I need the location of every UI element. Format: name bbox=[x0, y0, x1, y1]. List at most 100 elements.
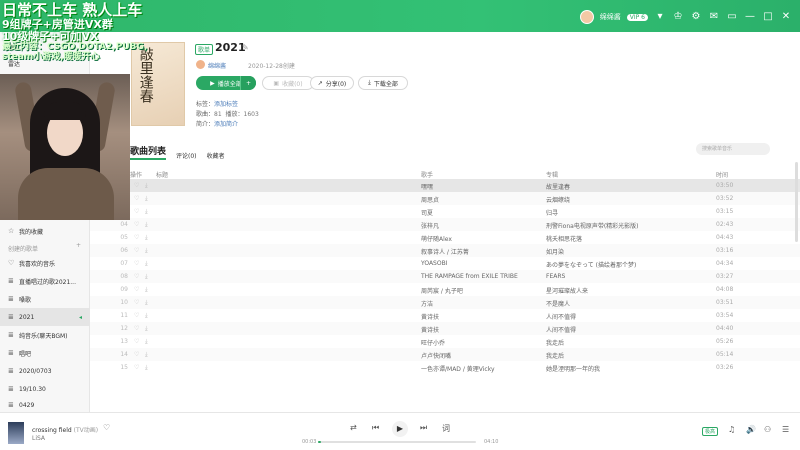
like-icon[interactable]: ♡ bbox=[134, 273, 139, 280]
like-icon[interactable]: ♡ bbox=[134, 221, 139, 228]
volume-icon[interactable]: 🔊 bbox=[746, 425, 756, 434]
like-icon[interactable]: ♡ bbox=[134, 208, 139, 215]
like-icon[interactable]: ♡ bbox=[103, 423, 110, 432]
table-row[interactable]: 02♡⤓云烟缭绕 SQ周思贞云烟缭绕03:52 bbox=[90, 192, 800, 205]
song-album[interactable]: 星河璀璨故人来 bbox=[546, 286, 696, 295]
table-row[interactable]: 07♡⤓あの夢をなぞって (描绘着那个梦)SQMVYOASOBIあの夢をなぞって… bbox=[90, 257, 800, 270]
song-artist[interactable]: 旺仔小乔 bbox=[421, 338, 541, 347]
tab-collectors[interactable]: 收藏者 bbox=[207, 151, 225, 160]
song-album[interactable]: 故里逢春 bbox=[546, 182, 696, 191]
download-icon[interactable]: ⤓ bbox=[145, 364, 148, 372]
like-icon[interactable]: ♡ bbox=[134, 182, 139, 189]
playlist-search-input[interactable]: 搜索歌单音乐 bbox=[696, 143, 770, 155]
song-artist[interactable]: YOASOBI bbox=[421, 260, 541, 267]
col-title[interactable]: 标题 bbox=[156, 170, 168, 179]
scrollbar[interactable] bbox=[795, 162, 798, 242]
sidebar-item-my-collect[interactable]: ☆ 我的收藏 bbox=[0, 222, 90, 240]
play-pause-button[interactable]: ▶ bbox=[392, 421, 408, 437]
table-row[interactable]: 08♡⤓FEARS (日剧《恐怖的夜》主题曲)SQMVTHE RAMPAGE f… bbox=[90, 270, 800, 283]
like-icon[interactable]: ♡ bbox=[134, 260, 139, 267]
song-album[interactable]: あの夢をなぞって (描绘着那个梦) bbox=[546, 260, 696, 269]
sidebar-item-liked[interactable]: ♡ 我喜欢的音乐 bbox=[0, 254, 90, 272]
like-icon[interactable]: ♡ bbox=[134, 338, 139, 345]
song-artist[interactable]: 方洁 bbox=[421, 299, 541, 308]
queue-icon[interactable]: ☰ bbox=[782, 425, 789, 434]
tab-songs[interactable]: 歌曲列表 bbox=[130, 144, 167, 160]
song-artist[interactable]: 卢卢快闭嘴 bbox=[421, 351, 541, 360]
song-artist[interactable]: 张梓凡 bbox=[421, 221, 541, 230]
song-album[interactable]: 桃夭相思花落 bbox=[546, 234, 696, 243]
download-icon[interactable]: ⤓ bbox=[145, 208, 148, 216]
user-avatar[interactable] bbox=[579, 10, 594, 24]
song-artist[interactable]: 萌仔随Alex bbox=[421, 234, 541, 243]
download-icon[interactable]: ⤓ bbox=[145, 234, 148, 242]
like-icon[interactable]: ♡ bbox=[134, 195, 139, 202]
table-row[interactable]: 01♡⤓故里逢春 SQ嘿嘿故里逢春03:50 bbox=[90, 179, 800, 192]
sidebar-item-playlist[interactable]: ≣ 唱吧 bbox=[0, 344, 90, 362]
download-icon[interactable]: ⤓ bbox=[145, 351, 148, 359]
sound-effect-icon[interactable]: ♫ bbox=[728, 425, 735, 434]
download-all-button[interactable]: ⤓ 下载全部 bbox=[358, 76, 408, 90]
download-icon[interactable]: ⤓ bbox=[145, 221, 148, 229]
like-icon[interactable]: ♡ bbox=[134, 312, 139, 319]
song-album[interactable]: 人间不值得 bbox=[546, 312, 696, 321]
mail-icon[interactable]: ✉ bbox=[708, 11, 720, 23]
add-to-queue-button[interactable]: + bbox=[240, 76, 256, 90]
close-icon[interactable]: ✕ bbox=[780, 11, 792, 23]
shuffle-icon[interactable]: ⇄ bbox=[350, 423, 357, 432]
listen-together-icon[interactable]: ⚇ bbox=[764, 425, 771, 434]
table-row[interactable]: 13♡⤓我走后 SQ旺仔小乔我走后05:26 bbox=[90, 335, 800, 348]
table-row[interactable]: 12♡⤓人间不值得 SQ黄诗扶人间不值得04:40 bbox=[90, 322, 800, 335]
now-playing-artist[interactable]: LiSA bbox=[32, 435, 45, 442]
song-artist[interactable]: 嘿嘿 bbox=[421, 182, 541, 191]
maximize-icon[interactable]: □ bbox=[762, 11, 774, 23]
sidebar-item-playlist[interactable]: ≣ 2020/0703 bbox=[0, 362, 90, 380]
song-artist[interactable]: 周芮宸 / 丸子吧 bbox=[421, 286, 541, 295]
now-playing-cover[interactable] bbox=[8, 422, 24, 444]
like-icon[interactable]: ♡ bbox=[134, 325, 139, 332]
quality-badge[interactable]: 极高 bbox=[702, 427, 719, 436]
song-album[interactable]: 我走后 bbox=[546, 338, 696, 347]
table-row[interactable]: 15♡⤓她是湮明那一年的我 一色亦谭/MAD / 黄理Vicky她是湮明那一年的… bbox=[90, 361, 800, 374]
previous-icon[interactable]: ⏮ bbox=[372, 423, 379, 433]
creator-name[interactable]: 绵绵酱 bbox=[208, 61, 226, 70]
dropdown-icon[interactable]: ▾ bbox=[654, 11, 666, 23]
song-artist[interactable]: 黄诗扶 bbox=[421, 312, 541, 321]
gear-icon[interactable]: ⚙ bbox=[690, 11, 702, 23]
table-row[interactable]: 11♡⤓九万字 SQ黄诗扶人间不值得03:54 bbox=[90, 309, 800, 322]
table-row[interactable]: 04♡⤓小乌龟 (电视剧《刑警Fiona》插曲)VIPSQ张梓凡刑警Fiona电… bbox=[90, 218, 800, 231]
like-icon[interactable]: ♡ bbox=[134, 247, 139, 254]
sidebar-item-playlist[interactable]: ≣ 嗓歌 bbox=[0, 290, 90, 308]
progress-bar[interactable] bbox=[318, 441, 476, 443]
download-icon[interactable]: ⤓ bbox=[145, 286, 148, 294]
table-row[interactable]: 10♡⤓不是魔人 SQ方洁不是魔人03:51 bbox=[90, 296, 800, 309]
song-artist[interactable]: THE RAMPAGE from EXILE TRIBE bbox=[421, 273, 541, 280]
sidebar-item-playlist-active[interactable]: ≣ 2021 ◂ bbox=[0, 308, 90, 326]
sidebar-item-playlist[interactable]: ≣ 纯音乐(聊天BGM) bbox=[0, 326, 90, 344]
add-tags-link[interactable]: 添加标签 bbox=[214, 101, 238, 108]
sidebar-item-playlist[interactable]: ≣ 直播唱过的歌2021... bbox=[0, 272, 90, 290]
lyrics-icon[interactable]: 词 bbox=[442, 423, 450, 434]
now-playing-title[interactable]: crossing field (TV动画) bbox=[32, 425, 98, 434]
tab-comments[interactable]: 评论(0) bbox=[176, 151, 197, 160]
download-icon[interactable]: ⤓ bbox=[145, 312, 148, 320]
download-icon[interactable]: ⤓ bbox=[145, 325, 148, 333]
download-icon[interactable]: ⤓ bbox=[145, 299, 148, 307]
add-intro-link[interactable]: 添加简介 bbox=[214, 121, 238, 128]
skin-icon[interactable]: ♔ bbox=[672, 11, 684, 23]
table-row[interactable]: 05♡⤓桃夭相思花落 (古风)SQ萌仔随Alex桃夭相思花落04:43 bbox=[90, 231, 800, 244]
song-artist[interactable]: 一色亦谭/MAD / 黄理Vicky bbox=[421, 364, 541, 373]
creator-avatar[interactable] bbox=[196, 60, 205, 69]
song-album[interactable]: 归寻 bbox=[546, 208, 696, 217]
share-button[interactable]: ↗ 分享(0) bbox=[310, 76, 354, 90]
like-icon[interactable]: ♡ bbox=[134, 234, 139, 241]
col-artist[interactable]: 歌手 bbox=[421, 170, 433, 179]
song-album[interactable]: 刑警Fiona电视原声带(精彩光影版) bbox=[546, 221, 696, 230]
like-icon[interactable]: ♡ bbox=[134, 364, 139, 371]
next-icon[interactable]: ⏭ bbox=[420, 423, 427, 433]
table-row[interactable]: 03♡⤓归寻 SQ司夏归寻03:15 bbox=[90, 205, 800, 218]
song-album[interactable]: FEARS bbox=[546, 273, 696, 280]
download-icon[interactable]: ⤓ bbox=[145, 260, 148, 268]
table-row[interactable]: 06♡⤓如月染 SQ叙事诗人 / 江苏菁如月染03:16 bbox=[90, 244, 800, 257]
song-album[interactable]: 不是魔人 bbox=[546, 299, 696, 308]
